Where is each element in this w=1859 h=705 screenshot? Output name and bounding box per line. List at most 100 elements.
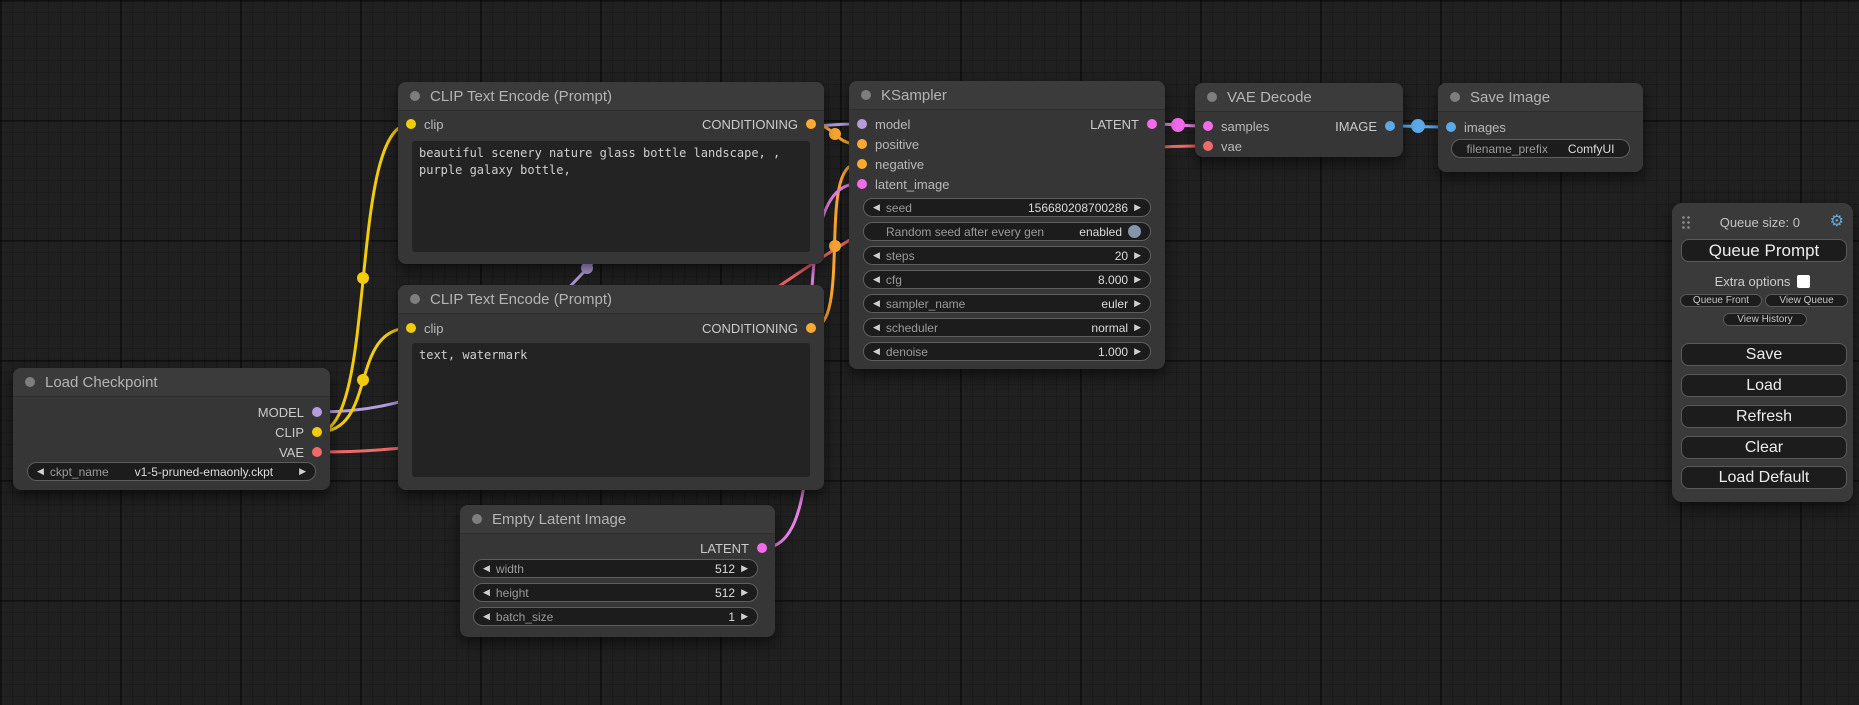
image-port-dot[interactable]: [1446, 122, 1456, 132]
conditioning-port-dot[interactable]: [857, 159, 867, 169]
queue-front-button[interactable]: Queue Front: [1680, 294, 1762, 307]
vae-port-dot[interactable]: [1203, 141, 1213, 151]
node-clip-text-encode-positive[interactable]: CLIP Text Encode (Prompt) clip CONDITION…: [398, 82, 824, 264]
collapse-dot-icon[interactable]: [1450, 92, 1460, 102]
input-port-negative[interactable]: negative: [857, 154, 924, 174]
output-port-model[interactable]: MODEL: [258, 402, 322, 422]
arrow-right-icon[interactable]: ▶: [299, 467, 306, 476]
node-ksampler[interactable]: KSampler model positive negative latent_…: [849, 81, 1165, 369]
view-queue-button[interactable]: View Queue: [1765, 294, 1848, 307]
arrow-right-icon[interactable]: ▶: [1134, 275, 1141, 284]
drag-handle-icon[interactable]: [1681, 215, 1690, 230]
output-port-latent[interactable]: LATENT: [1090, 114, 1157, 134]
conditioning-port-dot[interactable]: [806, 323, 816, 333]
arrow-left-icon[interactable]: ◀: [37, 467, 44, 476]
latent-port-dot[interactable]: [857, 179, 867, 189]
output-port-clip[interactable]: CLIP: [275, 422, 322, 442]
collapse-dot-icon[interactable]: [472, 514, 482, 524]
link-midpoint-dot[interactable]: [829, 128, 841, 140]
queue-prompt-button[interactable]: Queue Prompt: [1681, 239, 1847, 262]
sampler-name-widget[interactable]: ◀ sampler_name euler ▶: [863, 294, 1151, 313]
width-widget[interactable]: ◀ width 512 ▶: [473, 559, 758, 578]
output-port-latent[interactable]: LATENT: [700, 538, 767, 558]
latent-port-dot[interactable]: [1203, 121, 1213, 131]
collapse-dot-icon[interactable]: [410, 294, 420, 304]
arrow-left-icon[interactable]: ◀: [873, 203, 880, 212]
node-title-bar[interactable]: CLIP Text Encode (Prompt): [398, 82, 824, 111]
arrow-right-icon[interactable]: ▶: [1134, 203, 1141, 212]
output-port-vae[interactable]: VAE: [279, 442, 322, 462]
random-seed-toggle[interactable]: Random seed after every gen enabled: [863, 222, 1151, 241]
arrow-left-icon[interactable]: ◀: [873, 275, 880, 284]
vae-port-dot[interactable]: [312, 447, 322, 457]
latent-port-dot[interactable]: [757, 543, 767, 553]
batch-size-widget[interactable]: ◀ batch_size 1 ▶: [473, 607, 758, 626]
scheduler-widget[interactable]: ◀ scheduler normal ▶: [863, 318, 1151, 337]
arrow-left-icon[interactable]: ◀: [483, 588, 490, 597]
arrow-left-icon[interactable]: ◀: [483, 612, 490, 621]
extra-options-checkbox[interactable]: [1797, 275, 1810, 288]
collapse-dot-icon[interactable]: [1207, 92, 1217, 102]
clip-port-dot[interactable]: [312, 427, 322, 437]
output-port-conditioning[interactable]: CONDITIONING: [702, 318, 816, 338]
latent-port-dot[interactable]: [1147, 119, 1157, 129]
refresh-button[interactable]: Refresh: [1681, 405, 1847, 428]
node-clip-text-encode-negative[interactable]: CLIP Text Encode (Prompt) clip CONDITION…: [398, 285, 824, 490]
input-port-clip[interactable]: clip: [406, 114, 444, 134]
height-widget[interactable]: ◀ height 512 ▶: [473, 583, 758, 602]
steps-widget[interactable]: ◀ steps 20 ▶: [863, 246, 1151, 265]
link-midpoint-dot[interactable]: [829, 240, 841, 252]
clear-button[interactable]: Clear: [1681, 436, 1847, 459]
link-midpoint-dot[interactable]: [357, 272, 369, 284]
ckpt-name-widget[interactable]: ◀ ckpt_name v1-5-pruned-emaonly.ckpt ▶: [27, 462, 316, 481]
model-port-dot[interactable]: [312, 407, 322, 417]
load-button[interactable]: Load: [1681, 374, 1847, 397]
arrow-right-icon[interactable]: ▶: [1134, 323, 1141, 332]
filename-prefix-widget[interactable]: filename_prefix ComfyUI: [1451, 139, 1630, 158]
node-empty-latent-image[interactable]: Empty Latent Image LATENT ◀ width 512 ▶ …: [460, 505, 775, 637]
view-history-button[interactable]: View History: [1723, 313, 1807, 326]
link-midpoint-dot[interactable]: [357, 374, 369, 386]
arrow-right-icon[interactable]: ▶: [741, 564, 748, 573]
arrow-right-icon[interactable]: ▶: [741, 612, 748, 621]
node-title-bar[interactable]: CLIP Text Encode (Prompt): [398, 285, 824, 314]
image-port-dot[interactable]: [1385, 121, 1395, 131]
input-port-clip[interactable]: clip: [406, 318, 444, 338]
conditioning-port-dot[interactable]: [857, 139, 867, 149]
arrow-left-icon[interactable]: ◀: [483, 564, 490, 573]
seed-widget[interactable]: ◀ seed 156680208700286 ▶: [863, 198, 1151, 217]
input-port-vae[interactable]: vae: [1203, 136, 1242, 156]
node-save-image[interactable]: Save Image images filename_prefix ComfyU…: [1438, 83, 1643, 172]
node-title-bar[interactable]: VAE Decode: [1195, 83, 1403, 112]
link-midpoint-dot[interactable]: [1411, 119, 1425, 133]
node-title-bar[interactable]: Save Image: [1438, 83, 1643, 112]
arrow-left-icon[interactable]: ◀: [873, 251, 880, 260]
arrow-left-icon[interactable]: ◀: [873, 347, 880, 356]
collapse-dot-icon[interactable]: [410, 91, 420, 101]
node-load-checkpoint[interactable]: Load Checkpoint MODEL CLIP VAE ◀ ckpt_na…: [13, 368, 330, 490]
link-midpoint-dot[interactable]: [1171, 118, 1185, 132]
load-default-button[interactable]: Load Default: [1681, 466, 1847, 489]
input-port-latent-image[interactable]: latent_image: [857, 174, 949, 194]
collapse-dot-icon[interactable]: [25, 377, 35, 387]
node-graph-canvas[interactable]: Load Checkpoint MODEL CLIP VAE ◀ ckpt_na…: [0, 0, 1859, 705]
output-port-conditioning[interactable]: CONDITIONING: [702, 114, 816, 134]
node-vae-decode[interactable]: VAE Decode samples vae IMAGE: [1195, 83, 1403, 157]
input-port-model[interactable]: model: [857, 114, 910, 134]
gear-icon[interactable]: ⚙: [1830, 214, 1844, 230]
node-title-bar[interactable]: KSampler: [849, 81, 1165, 110]
output-port-image[interactable]: IMAGE: [1335, 116, 1395, 136]
denoise-widget[interactable]: ◀ denoise 1.000 ▶: [863, 342, 1151, 361]
clip-port-dot[interactable]: [406, 119, 416, 129]
model-port-dot[interactable]: [857, 119, 867, 129]
prompt-text-area[interactable]: beautiful scenery nature glass bottle la…: [412, 141, 810, 252]
arrow-right-icon[interactable]: ▶: [1134, 299, 1141, 308]
cfg-widget[interactable]: ◀ cfg 8.000 ▶: [863, 270, 1151, 289]
node-title-bar[interactable]: Load Checkpoint: [13, 368, 330, 397]
arrow-right-icon[interactable]: ▶: [1134, 251, 1141, 260]
arrow-right-icon[interactable]: ▶: [741, 588, 748, 597]
save-button[interactable]: Save: [1681, 343, 1847, 366]
collapse-dot-icon[interactable]: [861, 90, 871, 100]
input-port-images[interactable]: images: [1446, 117, 1506, 137]
arrow-left-icon[interactable]: ◀: [873, 323, 880, 332]
